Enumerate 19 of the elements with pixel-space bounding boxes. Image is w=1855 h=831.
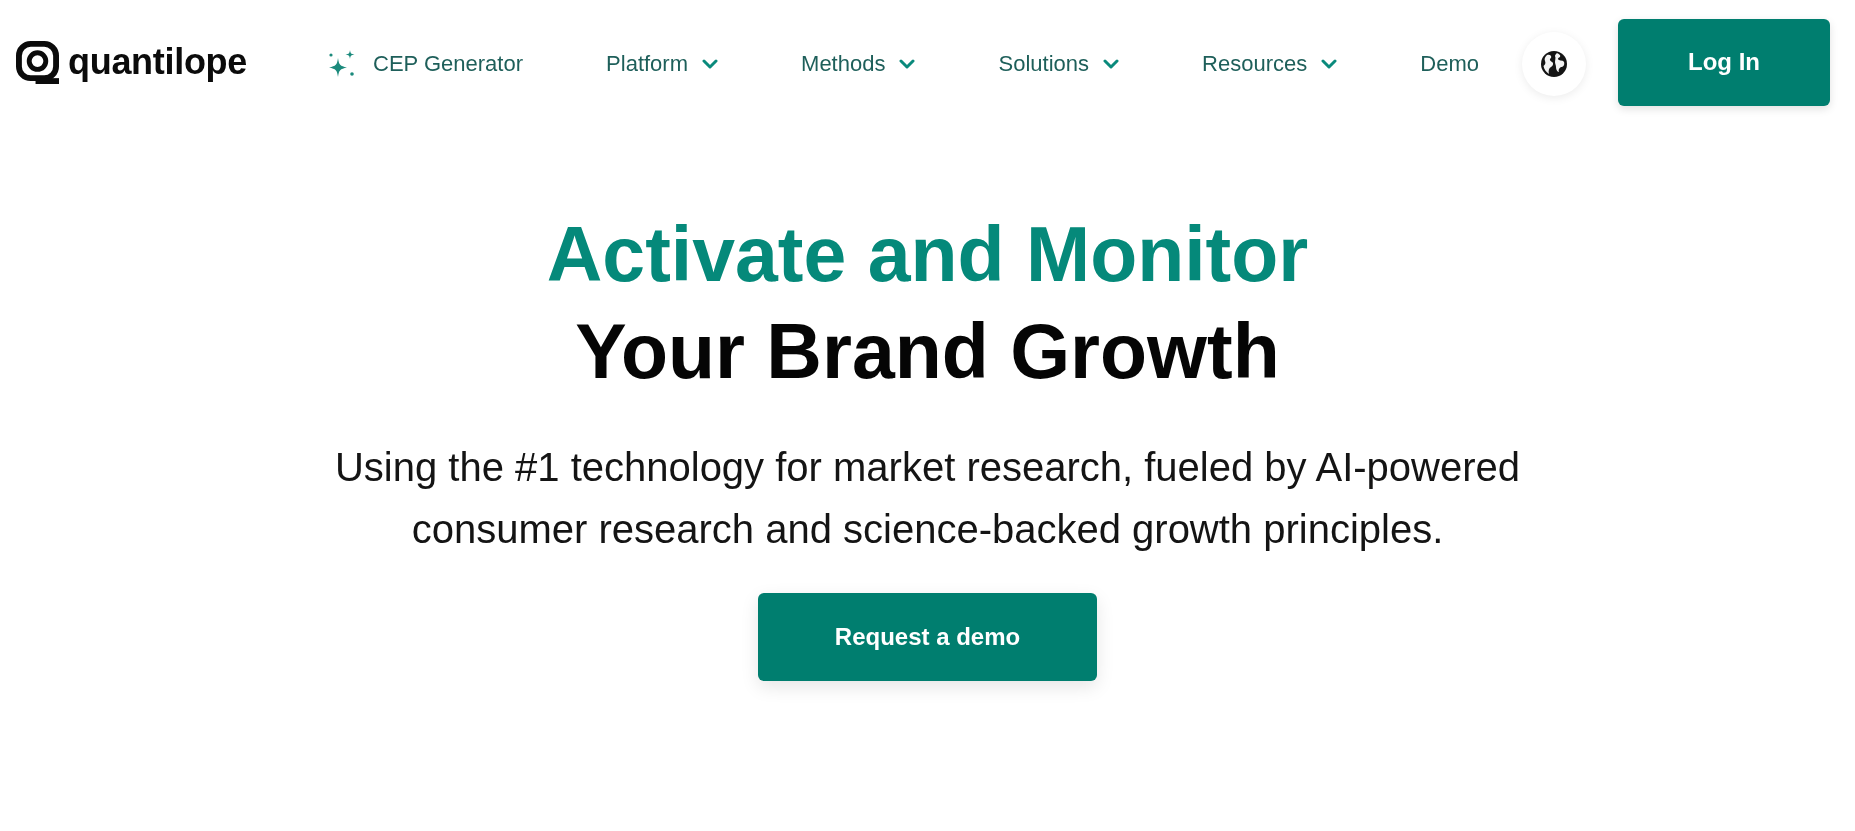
headline: Activate and Monitor: [546, 210, 1309, 299]
chevron-down-icon: [899, 59, 916, 69]
login-button[interactable]: Log In: [1618, 18, 1830, 106]
nav-link[interactable]: CEP Generator: [327, 45, 523, 79]
nav-link[interactable]: Methods: [801, 46, 916, 78]
nav-link[interactable]: Solutions: [998, 46, 1120, 78]
nav-link[interactable]: Resources: [1202, 46, 1338, 78]
nav-link[interactable]: Platform: [606, 46, 718, 78]
request-demo-button[interactable]: Request a demo: [758, 593, 1097, 681]
hero-description: Using the #1 technology for market research, fueled by AI-powered consumer research and science-backed growth principles.: [333, 444, 1522, 553]
globe-icon: [1540, 50, 1568, 78]
chevron-down-icon: [1321, 59, 1338, 69]
logo-icon: [16, 40, 59, 84]
headline: Your Brand Growth: [575, 307, 1280, 396]
chevron-down-icon: [702, 59, 718, 69]
logo-link[interactable]: quantilope: [16, 40, 247, 84]
chevron-down-icon: [1103, 59, 1120, 69]
sparkle-icon: [327, 49, 357, 79]
nav-link[interactable]: Demo: [1420, 46, 1479, 78]
